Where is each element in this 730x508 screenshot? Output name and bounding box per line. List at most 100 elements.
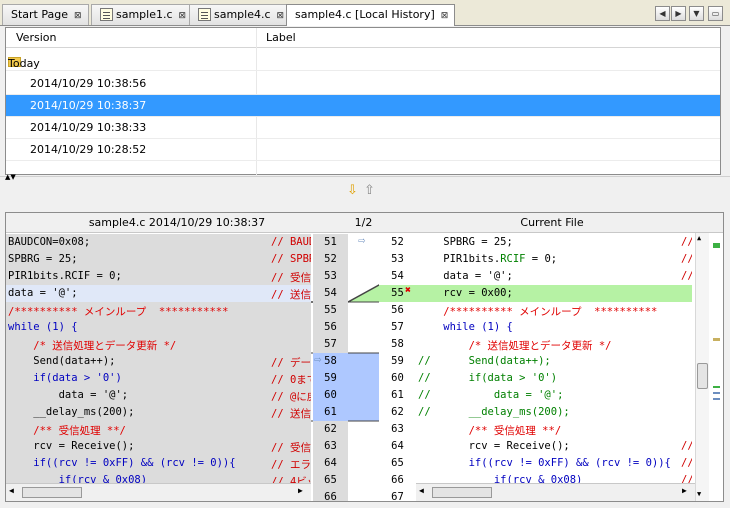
- right-code-line: SPBRG = 25;: [416, 234, 692, 251]
- diff-viewer: sample4.c 2014/10/29 10:38:37 1/2 Curren…: [5, 212, 724, 502]
- left-code-line: /********** メインループ ***********: [6, 302, 311, 319]
- history-row[interactable]: 2014/10/29 10:28:52: [6, 139, 720, 161]
- scroll-right-icon[interactable]: ▶: [682, 486, 687, 495]
- left-code-line: SPBRG = 25;: [6, 251, 311, 268]
- left-code-line: /** 受信処理 **/: [6, 421, 311, 438]
- left-line-number: 56: [313, 319, 348, 336]
- editor-tab-bar: Start Page ⊠ sample1.c ⊠ sample4.c ⊠ sample…: [0, 0, 730, 26]
- right-line-number: 56: [379, 302, 416, 319]
- right-code-comment: //: [681, 457, 692, 469]
- right-code-comment: //: [681, 440, 692, 452]
- right-code-line: /** 受信処理 **/: [416, 421, 692, 438]
- left-line-number: 60: [313, 387, 348, 404]
- left-code-comment: // 送信: [271, 289, 311, 301]
- left-code-comment: // 受信: [271, 272, 311, 284]
- left-code-line: while (1) {: [6, 319, 311, 336]
- tab-sample4[interactable]: sample4.c ⊠: [189, 4, 292, 25]
- scroll-left-icon[interactable]: ◀: [419, 486, 424, 495]
- next-difference-icon[interactable]: ⇩: [347, 183, 358, 198]
- left-horizontal-scrollbar[interactable]: ◀ ▶: [6, 483, 311, 501]
- scroll-up-icon[interactable]: ▲: [697, 234, 701, 242]
- tab-label: sample1.c: [116, 8, 173, 21]
- close-icon[interactable]: ⊠: [179, 11, 187, 21]
- right-code-line: /* 送信処理とデータ更新 */: [416, 336, 692, 353]
- copy-right-arrow-icon[interactable]: ⇨: [314, 352, 321, 366]
- left-line-number: 62: [313, 421, 348, 438]
- ruler-marker[interactable]: [713, 243, 720, 248]
- right-line-number: 58: [379, 336, 416, 353]
- group-row-today[interactable]: −Today: [6, 49, 720, 71]
- splitter-bar[interactable]: ▲▼ ⇩ ⇧: [0, 173, 730, 208]
- left-code-line: if((rcv != 0xFF) && (rcv != 0)){: [6, 455, 311, 472]
- group-label: Today: [8, 57, 40, 70]
- left-line-number: 66: [313, 489, 348, 501]
- scroll-thumb[interactable]: [697, 363, 708, 389]
- tab-local-history[interactable]: sample4.c [Local History] ⊠: [286, 4, 456, 26]
- left-line-number: 52: [313, 251, 348, 268]
- right-horizontal-scrollbar[interactable]: ◀ ▶: [416, 483, 695, 501]
- label-column-header[interactable]: Label: [266, 31, 296, 44]
- maximize-icon[interactable]: ▭: [708, 6, 723, 21]
- copy-right-arrow-icon[interactable]: ⇨: [358, 233, 365, 247]
- left-code-comment: // BAUD: [271, 236, 311, 248]
- scroll-down-icon[interactable]: ▼: [697, 490, 701, 498]
- right-code-line: /********** メインループ **********: [416, 302, 692, 319]
- history-table: Version Label −Today 2014/10/29 10:38:56…: [5, 27, 721, 176]
- ruler-marker[interactable]: [713, 392, 720, 394]
- scroll-right-icon[interactable]: ▶: [671, 6, 686, 21]
- history-row[interactable]: 2014/10/29 10:38:56: [6, 73, 720, 95]
- close-icon[interactable]: ⊠: [441, 11, 449, 21]
- previous-difference-icon[interactable]: ⇧: [364, 183, 375, 198]
- version-column-header[interactable]: Version: [16, 31, 56, 44]
- history-header: Version Label: [6, 28, 720, 48]
- scroll-thumb[interactable]: [22, 487, 82, 498]
- right-line-number: 54: [379, 268, 416, 285]
- scroll-left-icon[interactable]: ◀: [655, 6, 670, 21]
- right-code-comment: //: [681, 270, 692, 282]
- collapse-arrows-icon[interactable]: ▲▼: [5, 173, 16, 181]
- overview-ruler[interactable]: [710, 233, 723, 501]
- c-file-icon: [100, 8, 113, 21]
- left-code-line: __delay_ms(200);: [6, 404, 311, 421]
- scroll-thumb[interactable]: [432, 487, 492, 498]
- ruler-marker[interactable]: [713, 386, 720, 388]
- left-line-number: 54: [313, 285, 348, 302]
- left-code-line: Send(data++);: [6, 353, 311, 370]
- right-line-number: 59: [379, 353, 416, 370]
- right-code-line: data = '@';: [416, 268, 692, 285]
- close-icon[interactable]: ⊠: [277, 11, 285, 21]
- left-code-comment: // 送信: [271, 408, 311, 420]
- right-code-line: // data = '@';: [416, 387, 692, 404]
- scroll-left-icon[interactable]: ◀: [9, 486, 14, 495]
- left-line-number: 65: [313, 472, 348, 489]
- left-code-comment: // エラ: [271, 459, 311, 471]
- tab-list-icon[interactable]: ▼: [689, 6, 704, 21]
- tab-start-page[interactable]: Start Page ⊠: [2, 4, 89, 25]
- left-line-number: 55: [313, 302, 348, 319]
- history-timestamp: 2014/10/29 10:28:52: [30, 143, 147, 156]
- history-row[interactable]: 2014/10/29 10:38:33: [6, 117, 720, 139]
- tab-sample1[interactable]: sample1.c ⊠: [91, 4, 194, 25]
- right-code-line: while (1) {: [416, 319, 692, 336]
- vertical-scrollbar[interactable]: ▲ ▼: [695, 233, 709, 501]
- left-code-line: data = '@';: [6, 285, 311, 302]
- ruler-marker[interactable]: [713, 398, 720, 400]
- ruler-marker[interactable]: [713, 338, 720, 341]
- history-row-selected[interactable]: 2014/10/29 10:38:37: [6, 95, 720, 117]
- history-timestamp: 2014/10/29 10:38:56: [30, 77, 147, 90]
- right-code-comment: //: [681, 253, 692, 265]
- right-line-number: 52: [379, 234, 416, 251]
- left-line-number: 59: [313, 370, 348, 387]
- right-line-number: 65: [379, 455, 416, 472]
- right-line-number: 64: [379, 438, 416, 455]
- tab-label: sample4.c [Local History]: [295, 8, 435, 21]
- scroll-right-icon[interactable]: ▶: [298, 486, 303, 495]
- right-line-number: 62: [379, 404, 416, 421]
- right-code-line: if((rcv != 0xFF) && (rcv != 0)){: [416, 455, 692, 472]
- left-code-line: rcv = Receive();: [6, 438, 311, 455]
- right-line-number: 60: [379, 370, 416, 387]
- left-line-number: 61: [313, 404, 348, 421]
- close-icon[interactable]: ⊠: [74, 11, 82, 21]
- left-line-number: 51: [313, 234, 348, 251]
- conflict-icon: ✖: [405, 285, 412, 296]
